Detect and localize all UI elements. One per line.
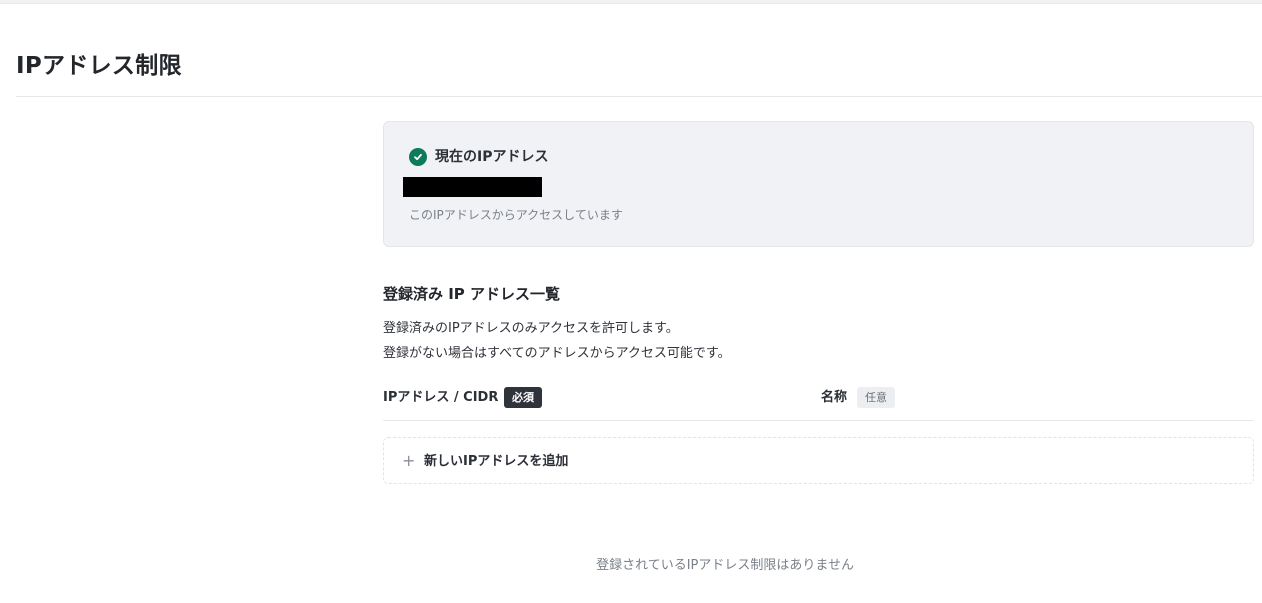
current-ip-note: このIPアドレスからアクセスしています [409, 208, 623, 222]
registered-ip-title: 登録済み IP アドレス一覧 [383, 285, 561, 303]
add-ip-button[interactable]: + 新しいIPアドレスを追加 [383, 437, 1254, 484]
check-circle-icon [409, 148, 427, 166]
registered-ip-description: 登録済みのIPアドレスのみアクセスを許可します。 登録がない場合はすべてのアドレ… [383, 316, 731, 366]
column-header-ip: IPアドレス / CIDR [383, 390, 499, 405]
current-ip-value [403, 177, 542, 197]
table-header-divider [383, 420, 1254, 421]
empty-state-message: 登録されているIPアドレス制限はありません [596, 558, 854, 573]
page-title: IPアドレス制限 [16, 53, 182, 79]
column-header-name: 名称 [821, 390, 848, 405]
add-ip-button-label: 新しいIPアドレスを追加 [424, 454, 569, 469]
current-ip-card: 現在のIPアドレス このIPアドレスからアクセスしています [383, 121, 1254, 247]
current-ip-label: 現在のIPアドレス [435, 149, 549, 165]
title-divider [16, 96, 1262, 97]
plus-icon: + [402, 451, 416, 470]
description-line-1: 登録済みのIPアドレスのみアクセスを許可します。 [383, 321, 679, 336]
required-badge: 必須 [504, 387, 542, 408]
top-bar [0, 0, 1262, 4]
description-line-2: 登録がない場合はすべてのアドレスからアクセス可能です。 [383, 346, 731, 361]
optional-badge: 任意 [857, 387, 895, 408]
